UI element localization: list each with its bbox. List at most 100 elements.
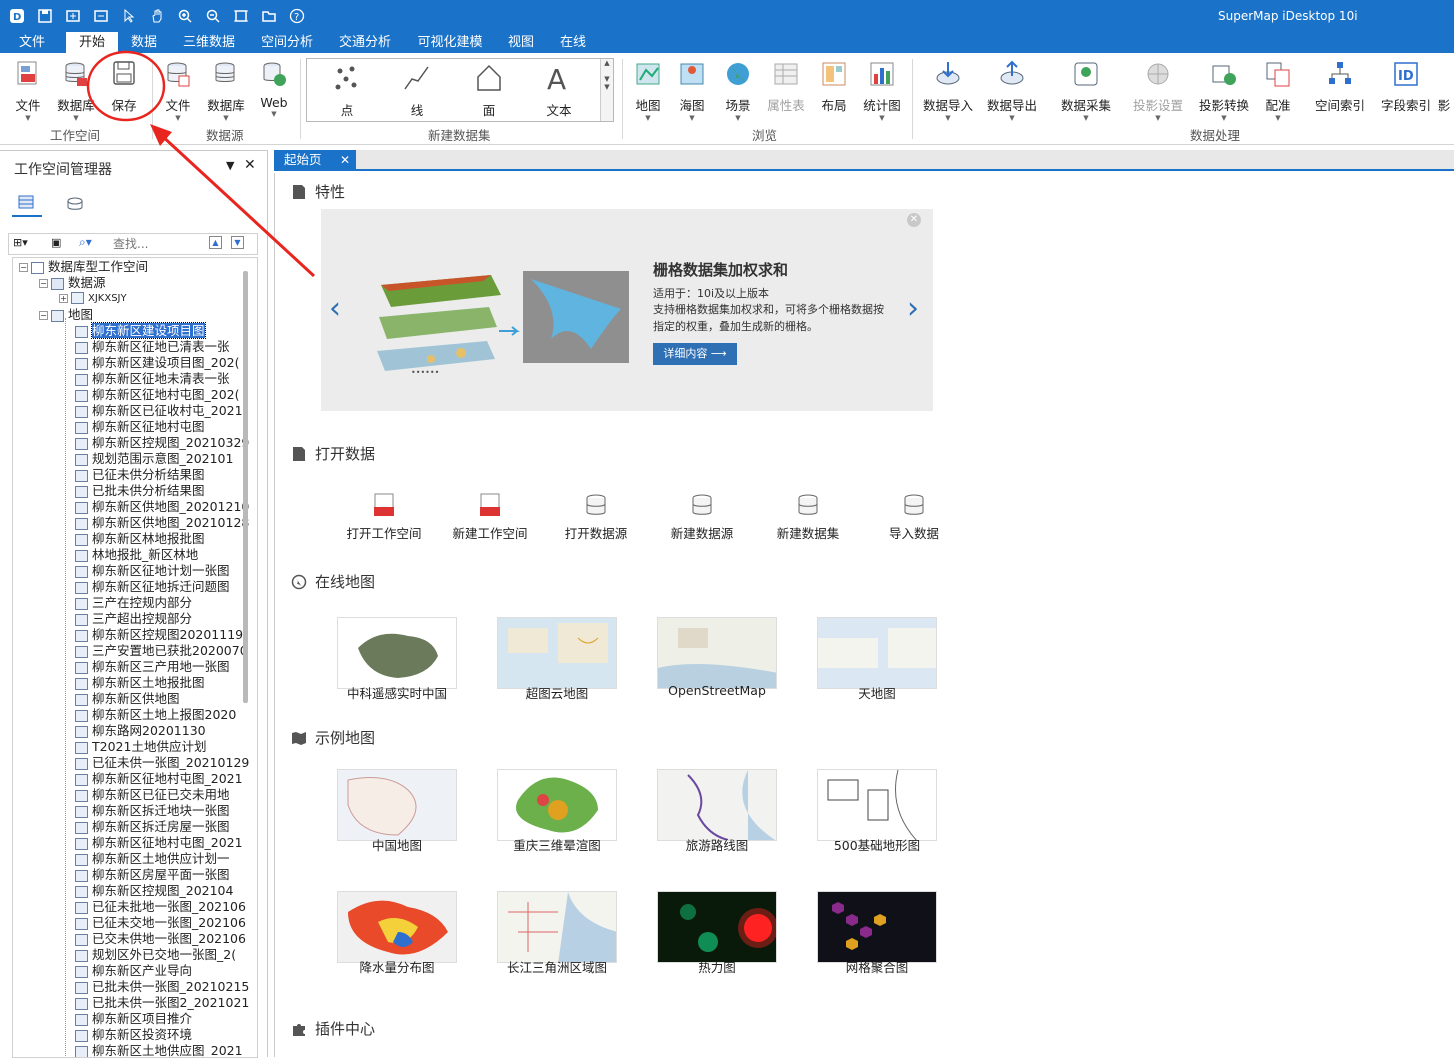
online-map-card[interactable]: OpenStreetMap	[657, 617, 777, 698]
map-item[interactable]: 已征未供分析结果图	[75, 467, 205, 483]
data-import-button[interactable]: 数据导入 ▼	[920, 59, 976, 123]
workspace-database-button[interactable]: 数据库 ▼	[52, 59, 100, 123]
map-item[interactable]: 柳东新区林地报批图	[75, 531, 205, 547]
sample-map-card[interactable]: 降水量分布图	[337, 891, 457, 976]
map-item[interactable]: 柳东新区征地村屯图_202(	[75, 387, 240, 403]
workspace-file-button[interactable]: 文件 ▼	[4, 59, 52, 123]
save-icon[interactable]	[34, 6, 56, 26]
online-map-card[interactable]: 中科遥感实时中国	[337, 617, 457, 702]
carousel-prev-icon[interactable]: ‹	[329, 291, 341, 326]
map-item[interactable]: 柳东新区征地村屯图_2021	[75, 771, 243, 787]
search-down-icon[interactable]: ▼	[231, 236, 244, 249]
map-item[interactable]: 已批未供分析结果图	[75, 483, 205, 499]
map-item[interactable]: 已批未供一张图2_2021021	[75, 995, 249, 1011]
import-data-button[interactable]: 导入数据	[869, 491, 959, 542]
gallery-scroll[interactable]: ▲ ▼ ▼	[600, 59, 613, 121]
map-item[interactable]: 柳东新区控规图20201119	[75, 627, 243, 643]
map-item[interactable]: 柳东新区征地已清表一张	[75, 339, 230, 355]
map-item[interactable]: 柳东新区房屋平面一张图	[75, 867, 230, 883]
search-input[interactable]	[113, 236, 203, 252]
map-item[interactable]: 柳东新区拆迁房屋一张图	[75, 819, 230, 835]
layout-button[interactable]: 布局	[810, 59, 858, 123]
zoom-out-icon[interactable]	[202, 6, 224, 26]
map-item[interactable]: 柳东新区征地村屯图	[75, 419, 205, 435]
search-icon[interactable]: ⌕▾	[79, 235, 92, 250]
map-item[interactable]: 柳东新区征地拆迁问题图	[75, 579, 230, 595]
map-item[interactable]: 柳东新区建设项目图	[75, 322, 206, 339]
open-workspace-button[interactable]: 打开工作空间	[339, 491, 429, 542]
tab-3d-data[interactable]: 三维数据	[174, 32, 244, 53]
online-map-card[interactable]: 超图云地图	[497, 617, 617, 702]
map-item[interactable]: 柳东新区已征已交未用地	[75, 787, 230, 803]
app-logo-icon[interactable]: D	[6, 6, 28, 26]
map-item[interactable]: 已征未供一张图_20210129	[75, 755, 249, 771]
sample-map-card[interactable]: 500基础地形图	[817, 769, 937, 854]
map-item[interactable]: 柳东新区供地图_20201210	[75, 499, 249, 515]
map-item[interactable]: 规划区外已交地一张图_2(	[75, 947, 236, 963]
map-item[interactable]: T2021土地供应计划	[75, 739, 206, 755]
close-banner-icon[interactable]: ✕	[907, 213, 921, 227]
map-item[interactable]: 柳东新区供地图	[75, 691, 180, 707]
projection-settings-button[interactable]: 投影设置 ▼	[1130, 59, 1186, 123]
new-text-dataset-button[interactable]: A 文本	[527, 63, 591, 119]
tab-data[interactable]: 数据	[124, 32, 164, 53]
tree-datasources[interactable]: − 数据源	[39, 275, 106, 291]
attribute-table-button[interactable]: 属性表	[762, 59, 810, 123]
map-item[interactable]: 柳东新区控规图_202104	[75, 883, 233, 899]
map-item[interactable]: 已批未供一张图_20210215	[75, 979, 249, 995]
tab-transport-analysis[interactable]: 交通分析	[330, 32, 400, 53]
new-window-icon[interactable]	[90, 6, 112, 26]
projection-convert-button[interactable]: 投影转换 ▼	[1196, 59, 1252, 123]
map-item[interactable]: 柳东路网20201130	[75, 723, 206, 739]
map-item[interactable]: 柳东新区产业导向	[75, 963, 192, 979]
folder-icon[interactable]	[258, 6, 280, 26]
map-item[interactable]: 柳东新区土地供应图_2021	[75, 1043, 243, 1057]
map-item[interactable]: 柳东新区供地图_20210128	[75, 515, 249, 531]
database-tab-icon[interactable]	[60, 191, 90, 217]
new-workspace-button[interactable]: 新建工作空间	[445, 491, 535, 542]
search-up-icon[interactable]: ▲	[209, 236, 222, 249]
spatial-index-button[interactable]: 空间索引	[1310, 59, 1370, 123]
sample-map-card[interactable]: 旅游路线图	[657, 769, 777, 854]
more-ribbon-button[interactable]: 影	[1434, 59, 1454, 123]
map-item[interactable]: 三产在控规内部分	[75, 595, 192, 611]
tab-online[interactable]: 在线	[552, 32, 594, 53]
online-map-card[interactable]: 天地图	[817, 617, 937, 702]
open-datasource-button[interactable]: 打开数据源	[551, 491, 641, 542]
field-index-button[interactable]: ID 字段索引	[1376, 59, 1436, 123]
map-item[interactable]: 柳东新区征地计划一张图	[75, 563, 230, 579]
close-tab-icon[interactable]: ✕	[340, 150, 350, 170]
tree-scrollbar[interactable]	[243, 271, 248, 703]
statistics-chart-button[interactable]: 统计图 ▼	[858, 59, 906, 123]
tab-view[interactable]: 视图	[500, 32, 542, 53]
sample-map-card[interactable]: 长江三角洲区域图	[497, 891, 617, 976]
new-point-dataset-button[interactable]: 点	[315, 63, 379, 119]
data-export-button[interactable]: 数据导出 ▼	[984, 59, 1040, 123]
chart-map-button[interactable]: 海图 ▼	[668, 59, 716, 123]
workspace-tab-icon[interactable]	[12, 191, 42, 217]
close-icon[interactable]: ✕	[244, 157, 256, 173]
map-item[interactable]: 林地报批_新区林地	[75, 547, 198, 563]
full-extent-icon[interactable]	[230, 6, 252, 26]
new-line-dataset-button[interactable]: 线	[385, 63, 449, 119]
workspace-menu-icon[interactable]: ⊞▾	[13, 236, 28, 249]
map-item[interactable]: 柳东新区土地供应计划一	[75, 851, 230, 867]
map-item[interactable]: 柳东新区土地上报图2020	[75, 707, 236, 723]
map-item[interactable]: 柳东新区控规图_20210329	[75, 435, 249, 451]
map-item[interactable]: 已征未批地一张图_202106	[75, 899, 246, 915]
map-item[interactable]: 柳东新区项目推介	[75, 1011, 192, 1027]
map-item[interactable]: 三产超出控规部分	[75, 611, 192, 627]
open-window-icon[interactable]	[62, 6, 84, 26]
scene-button[interactable]: 场景 ▼	[714, 59, 762, 123]
datasource-web-button[interactable]: Web ▼	[250, 59, 298, 123]
tab-spatial-analysis[interactable]: 空间分析	[252, 32, 322, 53]
map-item[interactable]: 柳东新区征地未清表一张	[75, 371, 230, 387]
map-item[interactable]: 已征未交地一张图_202106	[75, 915, 246, 931]
sample-map-card[interactable]: 网格聚合图	[817, 891, 937, 976]
map-item[interactable]: 已交未供地一张图_202106	[75, 931, 246, 947]
register-button[interactable]: 配准 ▼	[1254, 59, 1302, 123]
new-dataset-button[interactable]: 新建数据集	[763, 491, 853, 542]
new-datasource-button[interactable]: 新建数据源	[657, 491, 747, 542]
map-item[interactable]: 柳东新区征地村屯图_2021	[75, 835, 243, 851]
tab-start[interactable]: 开始	[66, 32, 118, 53]
